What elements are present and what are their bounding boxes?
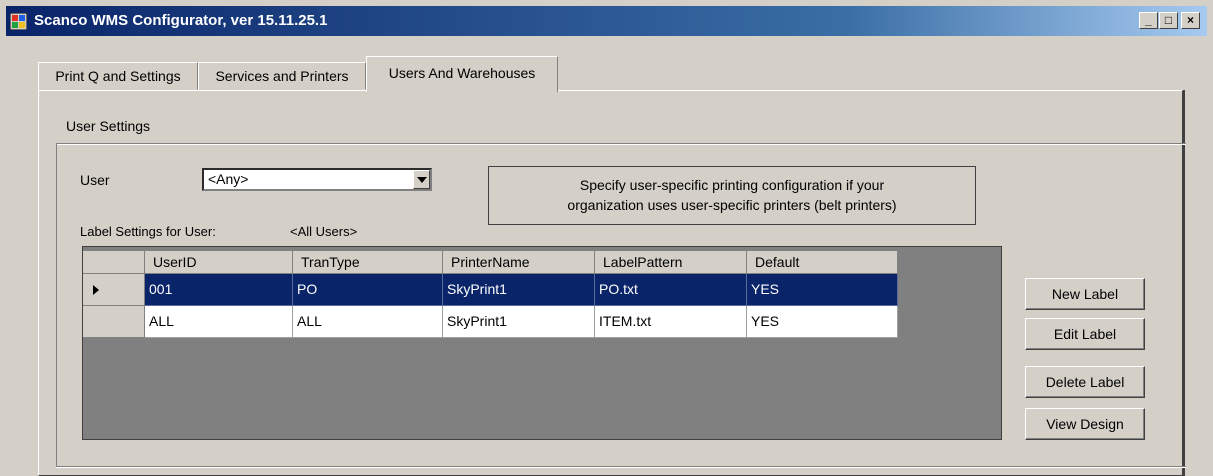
cell-printername[interactable]: SkyPrint1 — [443, 274, 595, 306]
cell-default[interactable]: YES — [747, 306, 898, 338]
current-row-icon — [93, 285, 99, 295]
user-combo-value: <Any> — [208, 171, 249, 187]
close-button[interactable]: × — [1181, 12, 1200, 29]
group-title: User Settings — [66, 118, 151, 134]
close-icon: × — [1186, 13, 1194, 27]
info-line-2: organization uses user-specific printers… — [567, 197, 897, 213]
group-bottom-divider — [56, 466, 1186, 468]
column-header-default[interactable]: Default — [747, 251, 898, 274]
edit-label-button[interactable]: Edit Label — [1025, 318, 1145, 350]
info-text: Specify user-specific printing configura… — [489, 175, 975, 215]
view-design-button[interactable]: View Design — [1025, 408, 1145, 440]
tab-label: Services and Printers — [215, 68, 349, 84]
column-header-printername[interactable]: PrinterName — [443, 251, 595, 274]
label-settings-user: <All Users> — [290, 224, 358, 239]
tab-services-printers[interactable]: Services and Printers — [198, 62, 366, 90]
cell-labelpattern[interactable]: PO.txt — [595, 274, 747, 306]
cell-userid[interactable]: ALL — [145, 306, 293, 338]
row-header[interactable] — [83, 274, 145, 306]
label-settings-caption: Label Settings for User: — [80, 224, 216, 239]
column-header-userid[interactable]: UserID — [145, 251, 293, 274]
row-header[interactable] — [83, 306, 145, 338]
app-window: Scanco WMS Configurator, ver 15.11.25.1 … — [0, 0, 1213, 476]
maximize-button[interactable]: □ — [1159, 12, 1178, 29]
cell-printername[interactable]: SkyPrint1 — [443, 306, 595, 338]
cell-trantype[interactable]: ALL — [293, 306, 443, 338]
chevron-down-icon — [417, 177, 427, 183]
minimize-icon: _ — [1145, 13, 1152, 27]
info-box: Specify user-specific printing configura… — [488, 166, 976, 225]
new-label-button[interactable]: New Label — [1025, 278, 1145, 310]
cell-labelpattern[interactable]: ITEM.txt — [595, 306, 747, 338]
cell-default[interactable]: YES — [747, 274, 898, 306]
cell-userid[interactable]: 001 — [145, 274, 293, 306]
info-line-1: Specify user-specific printing configura… — [579, 177, 885, 193]
label-settings-grid[interactable]: UserID TranType PrinterName LabelPattern… — [82, 246, 1002, 440]
user-combo[interactable]: <Any> — [202, 168, 432, 191]
tab-label: Print Q and Settings — [55, 68, 181, 84]
tab-label: Users And Warehouses — [388, 65, 536, 81]
minimize-button[interactable]: _ — [1139, 12, 1158, 29]
tab-users-warehouses[interactable]: Users And Warehouses — [366, 56, 558, 92]
column-header-labelpattern[interactable]: LabelPattern — [595, 251, 747, 274]
app-icon — [10, 13, 27, 30]
delete-label-button[interactable]: Delete Label — [1025, 366, 1145, 398]
cell-trantype[interactable]: PO — [293, 274, 443, 306]
window-title: Scanco WMS Configurator, ver 15.11.25.1 — [34, 12, 328, 29]
user-combo-dropdown-button[interactable] — [413, 170, 430, 189]
tab-print-q-settings[interactable]: Print Q and Settings — [38, 62, 198, 90]
column-header-trantype[interactable]: TranType — [293, 251, 443, 274]
title-bar[interactable]: Scanco WMS Configurator, ver 15.11.25.1 … — [6, 6, 1207, 36]
user-label: User — [80, 172, 110, 188]
maximize-icon: □ — [1164, 13, 1173, 27]
grid-corner-header — [83, 251, 145, 274]
